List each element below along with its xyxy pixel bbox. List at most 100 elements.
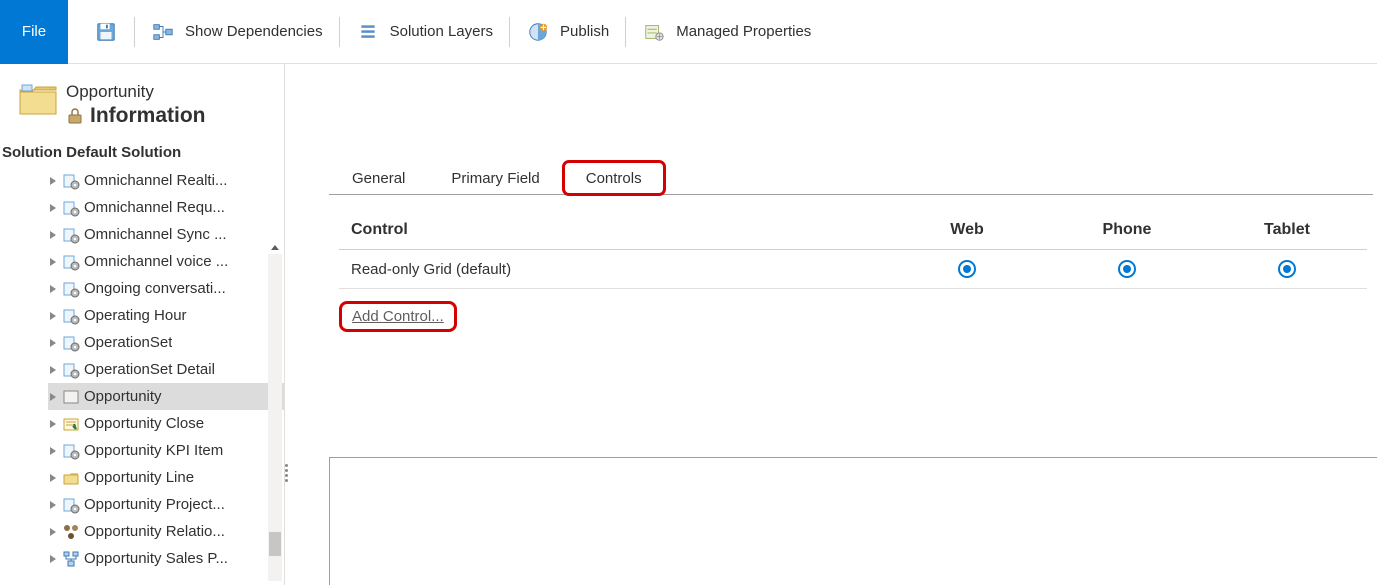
tree-item[interactable]: Opportunity Relatio... bbox=[48, 518, 284, 545]
entity-type-icon bbox=[62, 550, 80, 568]
expander-icon[interactable] bbox=[48, 230, 58, 240]
tree-item[interactable]: Omnichannel Requ... bbox=[48, 194, 284, 221]
tree-item[interactable]: Opportunity Line bbox=[48, 464, 284, 491]
tree-item-label: Omnichannel voice ... bbox=[84, 253, 228, 270]
entity-type-icon bbox=[62, 280, 80, 298]
entity-type-icon bbox=[62, 199, 80, 217]
solution-layers-button[interactable]: Solution Layers bbox=[346, 0, 503, 64]
file-menu-button[interactable]: File bbox=[0, 0, 68, 64]
show-dependencies-button[interactable]: Show Dependencies bbox=[141, 0, 333, 64]
solution-explorer-sidebar: Opportunity Information Solution Default… bbox=[0, 64, 285, 585]
col-web: Web bbox=[887, 221, 1047, 239]
form-editor-main: GeneralPrimary FieldControls Control Web… bbox=[285, 64, 1377, 585]
folder-icon bbox=[18, 82, 58, 118]
expander-icon[interactable] bbox=[48, 446, 58, 456]
tab-primary-field[interactable]: Primary Field bbox=[428, 161, 562, 195]
tree-item[interactable]: Ongoing conversati... bbox=[48, 275, 284, 302]
radio-web[interactable] bbox=[958, 260, 976, 278]
publish-button[interactable]: Publish bbox=[516, 0, 619, 64]
tree-item[interactable]: Operating Hour bbox=[48, 302, 284, 329]
tree-item[interactable]: Omnichannel Sync ... bbox=[48, 221, 284, 248]
tree-item-label: OperationSet bbox=[84, 334, 172, 351]
tree-item[interactable]: Omnichannel Realti... bbox=[48, 167, 284, 194]
col-tablet: Tablet bbox=[1207, 221, 1367, 239]
show-dependencies-label: Show Dependencies bbox=[185, 23, 323, 40]
expander-icon[interactable] bbox=[48, 419, 58, 429]
entity-type-icon bbox=[62, 361, 80, 379]
tree-item-label: Opportunity Line bbox=[84, 469, 194, 486]
control-row[interactable]: Read-only Grid (default) bbox=[339, 250, 1367, 289]
managed-properties-button[interactable]: Managed Properties bbox=[632, 0, 821, 64]
expander-icon[interactable] bbox=[48, 500, 58, 510]
tree-item-label: Omnichannel Requ... bbox=[84, 199, 225, 216]
publish-icon bbox=[526, 20, 550, 44]
col-control: Control bbox=[351, 221, 887, 239]
entity-type-icon bbox=[62, 469, 80, 487]
entity-type-icon bbox=[62, 253, 80, 271]
expander-icon[interactable] bbox=[48, 284, 58, 294]
tab-controls[interactable]: Controls bbox=[563, 161, 665, 195]
entity-type-icon bbox=[62, 172, 80, 190]
tab-strip: GeneralPrimary FieldControls bbox=[329, 160, 1373, 195]
expander-icon[interactable] bbox=[48, 473, 58, 483]
tree-item[interactable]: Opportunity bbox=[48, 383, 284, 410]
solution-layers-label: Solution Layers bbox=[390, 23, 493, 40]
controls-grid-header: Control Web Phone Tablet bbox=[339, 221, 1367, 250]
tree-item-label: Opportunity bbox=[84, 388, 162, 405]
entity-type-icon bbox=[62, 334, 80, 352]
toolbar-separator bbox=[134, 17, 135, 47]
tree-item-label: Ongoing conversati... bbox=[84, 280, 226, 297]
entity-type-icon bbox=[62, 415, 80, 433]
layers-icon bbox=[356, 20, 380, 44]
expander-icon[interactable] bbox=[48, 392, 58, 402]
scrollbar-thumb[interactable] bbox=[269, 532, 281, 556]
tree-item-label: Omnichannel Sync ... bbox=[84, 226, 227, 243]
control-detail-panel bbox=[329, 457, 1377, 585]
tree-item-label: Opportunity Project... bbox=[84, 496, 225, 513]
entity-type-icon bbox=[62, 496, 80, 514]
controls-grid: Control Web Phone Tablet Read-only Grid … bbox=[339, 221, 1367, 289]
tab-general[interactable]: General bbox=[329, 161, 428, 195]
tree-item[interactable]: Opportunity Sales P... bbox=[48, 545, 284, 572]
entity-type-icon bbox=[62, 226, 80, 244]
control-name: Read-only Grid (default) bbox=[351, 261, 887, 278]
tree-item-label: OperationSet Detail bbox=[84, 361, 215, 378]
tree-item[interactable]: Opportunity Project... bbox=[48, 491, 284, 518]
save-icon bbox=[94, 20, 118, 44]
tree-item-label: Opportunity Relatio... bbox=[84, 523, 225, 540]
entity-name: Opportunity bbox=[66, 82, 206, 102]
toolbar-separator bbox=[509, 17, 510, 47]
entity-type-icon bbox=[62, 307, 80, 325]
radio-tablet[interactable] bbox=[1278, 260, 1296, 278]
tree-item[interactable]: OperationSet bbox=[48, 329, 284, 356]
add-control-link[interactable]: Add Control... bbox=[352, 308, 444, 325]
entity-tree: Omnichannel Realti... Omnichannel Requ...… bbox=[0, 167, 284, 585]
expander-icon[interactable] bbox=[48, 365, 58, 375]
tree-item-label: Omnichannel Realti... bbox=[84, 172, 227, 189]
managed-properties-label: Managed Properties bbox=[676, 23, 811, 40]
tree-item-label: Opportunity Close bbox=[84, 415, 204, 432]
tree-item[interactable]: OperationSet Detail bbox=[48, 356, 284, 383]
file-menu-label: File bbox=[22, 23, 46, 40]
tree-item[interactable]: Opportunity Close bbox=[48, 410, 284, 437]
entity-type-icon bbox=[62, 523, 80, 541]
expander-icon[interactable] bbox=[48, 554, 58, 564]
publish-label: Publish bbox=[560, 23, 609, 40]
expander-icon[interactable] bbox=[48, 527, 58, 537]
solution-name: Solution Default Solution bbox=[0, 142, 284, 167]
expander-icon[interactable] bbox=[48, 176, 58, 186]
save-button[interactable] bbox=[72, 0, 128, 64]
scrollbar-track[interactable] bbox=[268, 254, 282, 581]
expander-icon[interactable] bbox=[48, 338, 58, 348]
tree-item[interactable]: Omnichannel voice ... bbox=[48, 248, 284, 275]
radio-phone[interactable] bbox=[1118, 260, 1136, 278]
tree-item[interactable]: Opportunity KPI Item bbox=[48, 437, 284, 464]
expander-icon[interactable] bbox=[48, 257, 58, 267]
dependencies-icon bbox=[151, 20, 175, 44]
form-name: Information bbox=[90, 104, 206, 128]
managed-properties-icon bbox=[642, 20, 666, 44]
expander-icon[interactable] bbox=[48, 311, 58, 321]
scrollbar-arrow-up-icon[interactable] bbox=[268, 242, 282, 254]
expander-icon[interactable] bbox=[48, 203, 58, 213]
add-control-highlight: Add Control... bbox=[339, 301, 457, 332]
